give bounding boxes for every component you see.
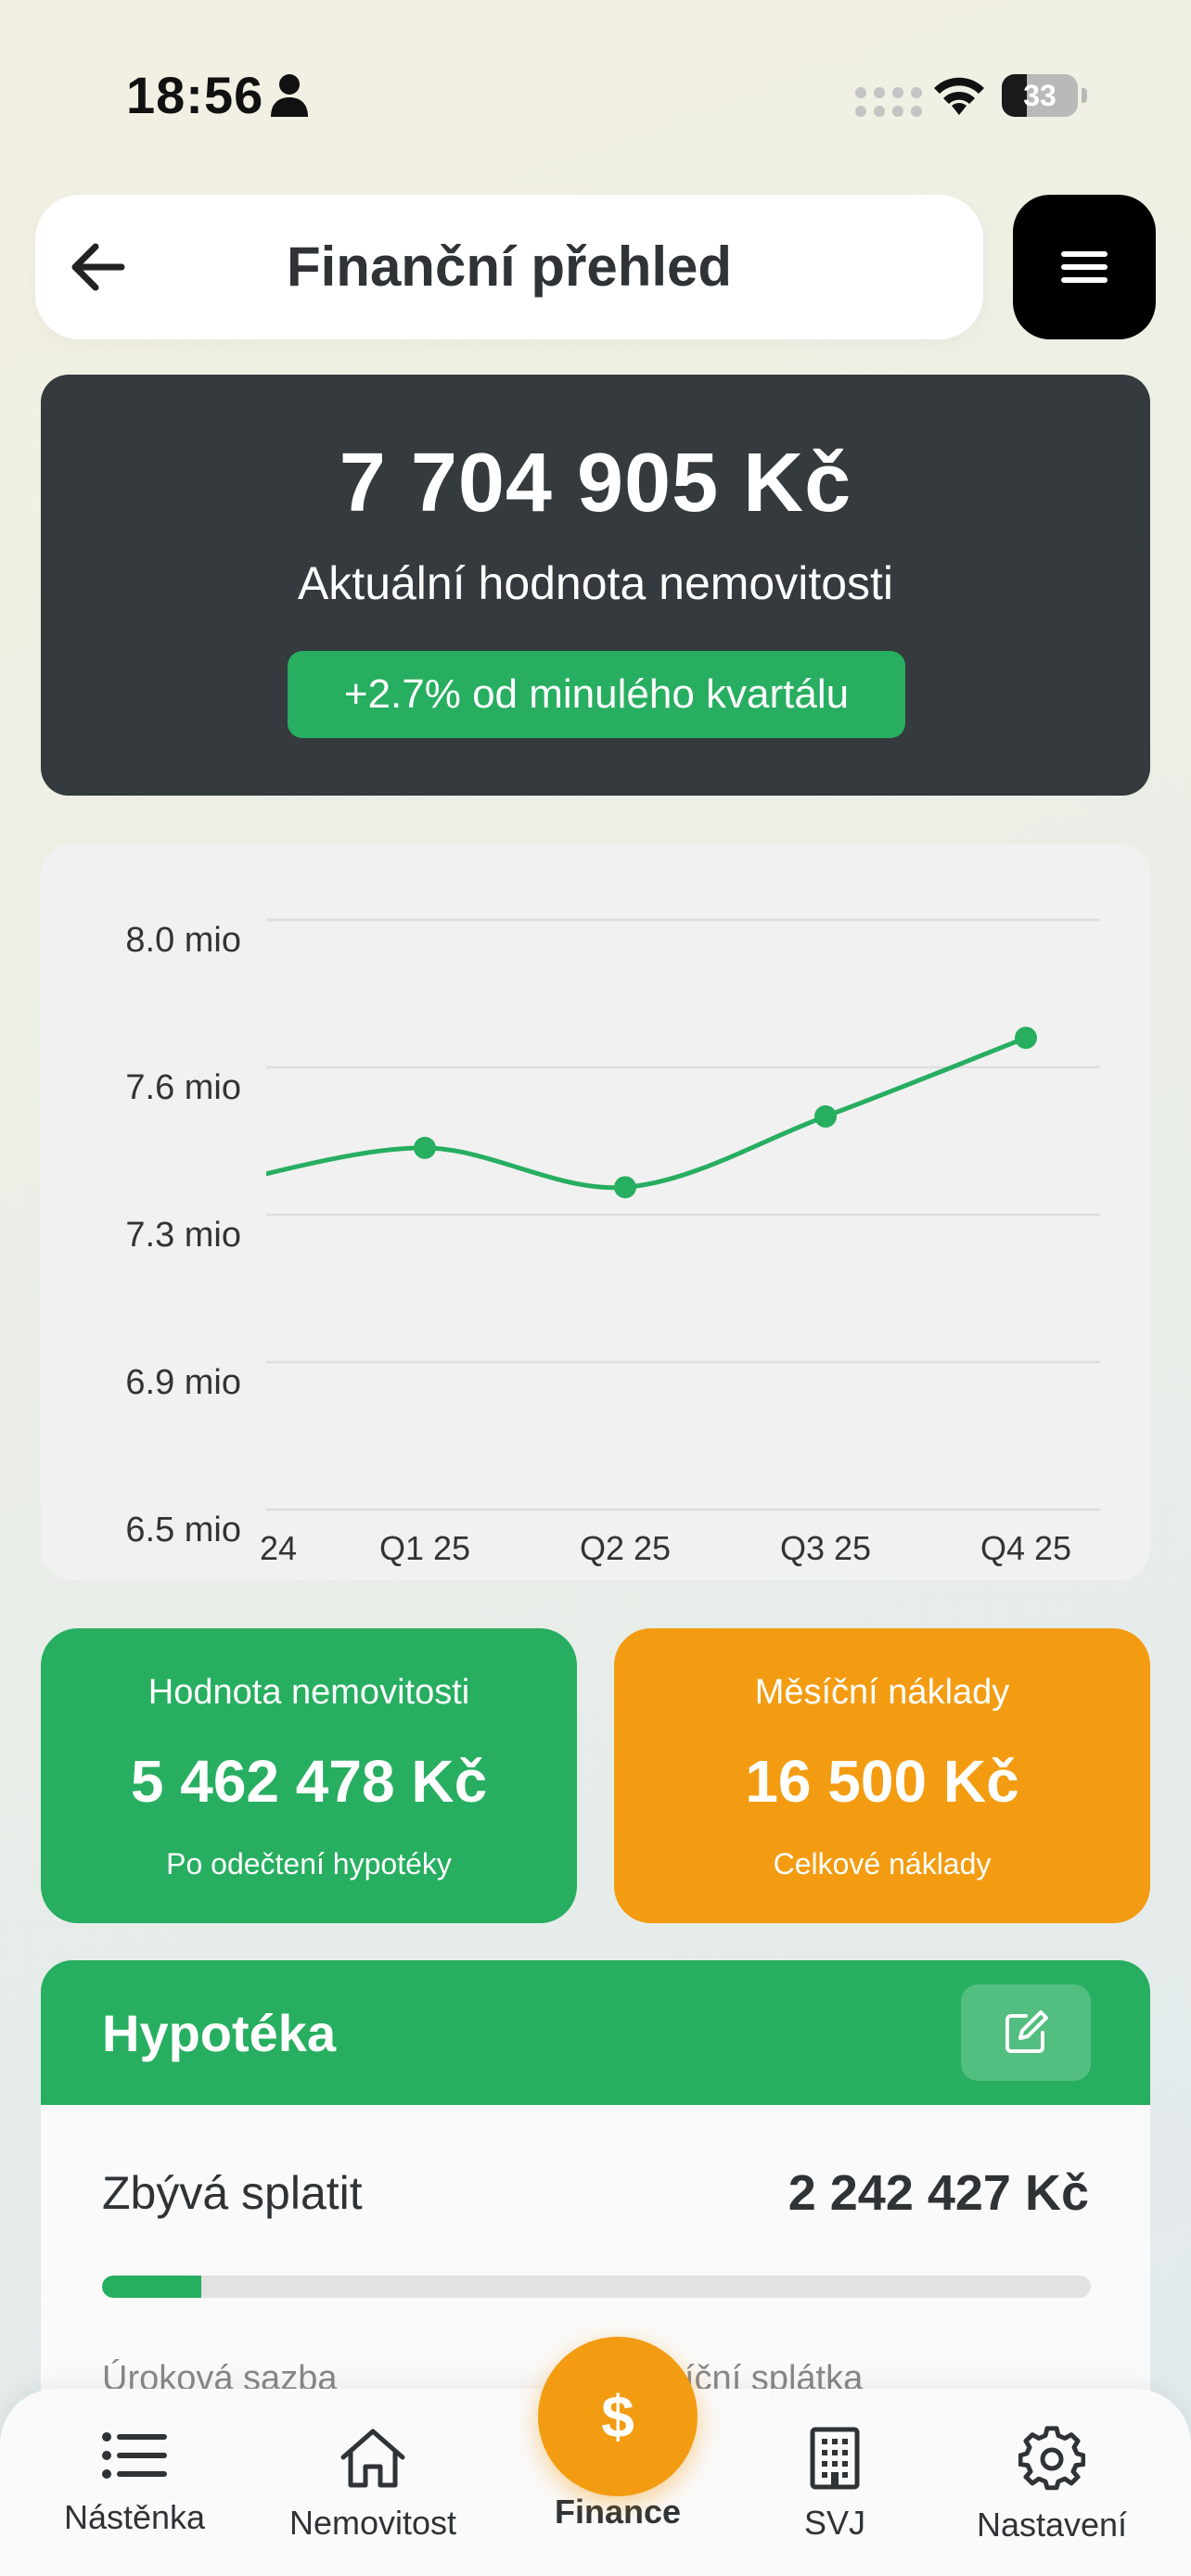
y-tick-label: 7.6 mio xyxy=(125,1068,241,1107)
finance-fab-button[interactable]: $ xyxy=(538,2337,698,2496)
x-tick-label: Q3 25 xyxy=(780,1529,871,1567)
y-tick-label: 7.3 mio xyxy=(125,1216,241,1255)
mortgage-header: Hypotéka xyxy=(41,1960,1150,2105)
battery-percent: 33 xyxy=(1023,79,1057,112)
x-tick-label: Q1 25 xyxy=(379,1529,470,1567)
menu-button[interactable] xyxy=(1013,195,1156,339)
net-value-card[interactable]: Hodnota nemovitosti 5 462 478 Kč Po odeč… xyxy=(41,1628,577,1923)
page-title: Finanční přehled xyxy=(286,236,733,298)
series-line xyxy=(266,1035,1027,1191)
tab-label-finance: Finance xyxy=(554,2493,682,2531)
tab-finance[interactable]: Finance xyxy=(506,2493,729,2576)
x-tick-label: Q2 25 xyxy=(580,1529,671,1567)
x-tick-label: Q4 25 xyxy=(980,1529,1071,1567)
tab-label-settings: Nastavení xyxy=(976,2506,1128,2544)
tab-label-svj: SVJ xyxy=(803,2504,866,2542)
header-bar: Finanční přehled xyxy=(35,195,983,339)
list-icon xyxy=(102,2432,167,2479)
y-tick-label: 6.9 mio xyxy=(125,1363,241,1402)
tab-settings[interactable]: Nastavení xyxy=(941,2426,1163,2565)
dollar-icon: $ xyxy=(601,2383,634,2450)
monthly-costs-subtitle: Celkové náklady xyxy=(773,1847,992,1881)
monthly-costs-amount: 16 500 Kč xyxy=(745,1748,1019,1815)
edit-mortgage-button[interactable] xyxy=(961,1984,1091,2081)
property-value-label: Aktuální hodnota nemovitosti xyxy=(297,557,894,609)
status-time: 18:56 xyxy=(126,66,264,124)
data-point xyxy=(1015,1027,1037,1050)
x-tick-label: 24 xyxy=(260,1529,297,1567)
house-icon xyxy=(340,2429,405,2488)
property-value-amount: 7 704 905 Kč xyxy=(339,437,852,529)
y-tick-label: 6.5 mio xyxy=(125,1511,241,1549)
repayment-progress-bar xyxy=(102,2276,1091,2298)
tab-label-property: Nemovitost xyxy=(288,2504,457,2542)
building-icon xyxy=(810,2427,860,2490)
person-icon xyxy=(271,74,308,117)
tab-property[interactable]: Nemovitost xyxy=(262,2426,484,2565)
net-value-amount: 5 462 478 Kč xyxy=(130,1748,488,1815)
change-badge: +2.7% od minulého kvartálu xyxy=(288,651,905,738)
edit-icon xyxy=(1005,2010,1048,2053)
property-value-card: 7 704 905 Kč Aktuální hodnota nemovitost… xyxy=(41,375,1150,796)
value-line-chart: 8.0 mio 7.6 mio 7.3 mio 6.9 mio 6.5 mio 24 Q1 … xyxy=(125,918,1100,1567)
data-point xyxy=(614,1176,636,1199)
back-button[interactable] xyxy=(63,232,134,302)
monthly-costs-card[interactable]: Měsíční náklady 16 500 Kč Celkové náklad… xyxy=(614,1628,1150,1923)
remaining-value: 2 242 427 Kč xyxy=(788,2165,1089,2221)
hamburger-menu-icon xyxy=(1061,251,1108,283)
value-chart: 8.0 mio 7.6 mio 7.3 mio 6.9 mio 6.5 mio 24 Q1 … xyxy=(41,844,1150,1580)
data-point xyxy=(414,1136,436,1159)
gear-icon xyxy=(1018,2426,1085,2491)
net-value-subtitle: Po odečtení hypotéky xyxy=(166,1847,452,1881)
battery-indicator: 33 xyxy=(1002,74,1087,119)
wifi-icon xyxy=(934,77,984,115)
tab-dashboard[interactable]: Nástěnka xyxy=(23,2426,246,2565)
monthly-costs-label: Měsíční náklady xyxy=(754,1673,1010,1712)
repayment-progress-fill xyxy=(102,2276,201,2298)
y-tick-label: 8.0 mio xyxy=(125,921,241,960)
status-bar: 18:56 33 xyxy=(0,0,1191,185)
tab-label-dashboard: Nástěnka xyxy=(63,2498,206,2536)
arrow-left-icon xyxy=(71,243,125,291)
net-value-label: Hodnota nemovitosti xyxy=(147,1673,470,1712)
tab-svj[interactable]: SVJ xyxy=(724,2426,946,2565)
remaining-label: Zbývá splatit xyxy=(102,2167,363,2219)
data-point xyxy=(814,1105,837,1128)
mortgage-title: Hypotéka xyxy=(102,2004,337,2062)
